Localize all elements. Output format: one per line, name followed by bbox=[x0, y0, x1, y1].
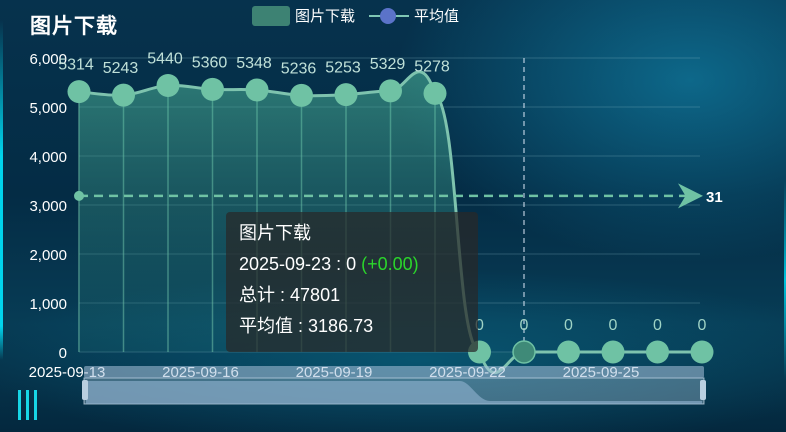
y-tick-label: 1,000 bbox=[29, 296, 67, 313]
data-label: 0 bbox=[564, 317, 573, 334]
data-label: 5360 bbox=[192, 54, 228, 71]
tooltip-row-total: 总计 : 47801 bbox=[239, 285, 341, 305]
data-point bbox=[646, 340, 669, 364]
y-axis: 01,0002,0003,0004,0005,0006,000 bbox=[29, 51, 67, 362]
y-tick-label: 4,000 bbox=[29, 149, 67, 166]
data-point bbox=[690, 340, 714, 364]
data-label: 5278 bbox=[414, 58, 450, 75]
data-label: 5243 bbox=[103, 60, 139, 77]
data-label: 0 bbox=[520, 317, 529, 334]
data-point bbox=[334, 83, 358, 107]
data-label: 5348 bbox=[236, 55, 272, 72]
tooltip-date: 2025-09-23 bbox=[239, 254, 332, 274]
data-point bbox=[245, 78, 269, 102]
data-point bbox=[512, 340, 536, 364]
tooltip: 图片下载 2025-09-23 : 0 (+0.00) 总计 : 47801 平… bbox=[226, 212, 478, 352]
data-point bbox=[112, 83, 135, 107]
tooltip-value: 0 bbox=[346, 254, 357, 274]
data-point bbox=[156, 73, 180, 97]
y-tick-label: 0 bbox=[59, 345, 67, 362]
zoom-handle-right bbox=[700, 380, 706, 400]
data-label: 0 bbox=[609, 317, 618, 334]
data-label: 5314 bbox=[58, 57, 94, 74]
average-value-label: 31 bbox=[706, 189, 723, 206]
menu-icon[interactable] bbox=[18, 390, 37, 420]
tooltip-row-value: 2025-09-23 : 0 (+0.00) bbox=[239, 254, 419, 274]
data-point bbox=[67, 80, 91, 104]
data-point bbox=[423, 81, 447, 105]
tooltip-average-value: 3186.73 bbox=[308, 316, 374, 336]
tooltip-change: (+0.00) bbox=[361, 254, 419, 274]
y-tick-label: 3,000 bbox=[29, 198, 67, 215]
data-label: 5440 bbox=[147, 50, 183, 67]
data-point bbox=[201, 77, 224, 101]
data-label: 5329 bbox=[370, 56, 406, 73]
tooltip-average-label: 平均值 bbox=[239, 316, 293, 336]
zoom-selection-bar bbox=[84, 366, 704, 378]
data-label: 5253 bbox=[325, 60, 361, 77]
data-label: 5236 bbox=[281, 60, 317, 77]
zoom-handle-left bbox=[82, 380, 88, 400]
chart-panel: 图片下载 图片下载 平均值 0 1,000 2,000 3,000 4,000 5,000… bbox=[0, 0, 786, 432]
data-point bbox=[290, 83, 313, 107]
data-point bbox=[557, 340, 580, 364]
tooltip-total-value: 47801 bbox=[290, 285, 341, 305]
data-label: 0 bbox=[653, 317, 662, 334]
data-label: 0 bbox=[698, 317, 707, 334]
tooltip-total-label: 总计 bbox=[239, 285, 275, 305]
y-tick-label: 2,000 bbox=[29, 247, 67, 264]
data-zoom-slider[interactable] bbox=[82, 366, 706, 405]
tooltip-row-average: 平均值 : 3186.73 bbox=[239, 316, 374, 336]
y-tick-label: 5,000 bbox=[29, 100, 67, 117]
tooltip-title: 图片下载 bbox=[239, 223, 311, 243]
data-point bbox=[601, 340, 625, 364]
data-point bbox=[379, 79, 402, 103]
